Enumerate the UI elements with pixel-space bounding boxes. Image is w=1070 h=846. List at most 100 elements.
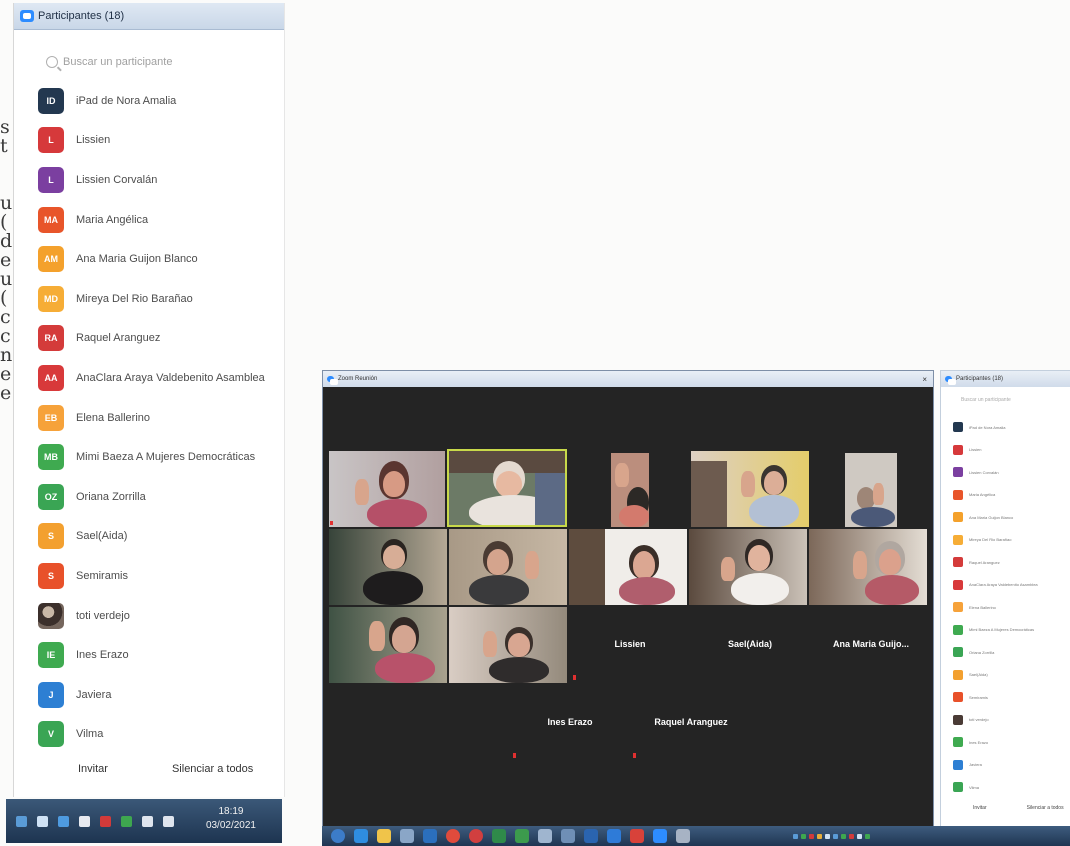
participant-row[interactable]: EB Elena Ballerino [38,398,265,438]
close-icon[interactable]: × [922,375,927,384]
participant-row[interactable]: J Javiera [38,675,265,715]
chrome-icon[interactable] [446,829,460,843]
folder-icon[interactable] [377,829,391,843]
app-icon[interactable] [538,829,552,843]
participant-row[interactable]: OZ Oriana Zorrilla [38,477,265,517]
participant-name-tile[interactable]: Raquel Aranguez [641,717,741,727]
video-tile[interactable] [611,453,649,527]
shield-icon[interactable] [142,815,153,827]
add-icon[interactable] [607,829,621,843]
participant-row[interactable]: AM Ana Maria Guijon Blanco [38,239,265,279]
video-tile[interactable] [691,451,809,527]
bluetooth-icon[interactable] [58,815,69,827]
app-icon[interactable] [584,829,598,843]
volume-icon[interactable] [163,815,174,827]
participant-row[interactable]: AA AnaClara Araya Valdebenito Asamblea [38,358,265,398]
tray-icon[interactable] [841,833,846,839]
participant-avatar: MA [38,206,64,233]
participant-row-small[interactable]: Maria Angélica [953,484,1038,507]
tray-icon[interactable] [833,833,838,839]
video-tile[interactable] [569,529,687,605]
mute-all-button-small[interactable]: Silenciar a todos [1027,805,1064,811]
participant-row[interactable]: V Vilma [38,715,265,755]
browser-icon[interactable] [354,829,368,843]
security-icon[interactable] [121,815,132,827]
participant-row-small[interactable]: Semiramis [953,686,1038,709]
invite-button-small[interactable]: Invitar [973,805,987,811]
participant-row-small[interactable]: AnaClara Araya Valdebenito Asamblea [953,574,1038,597]
participant-row[interactable]: toti verdejo [38,596,265,636]
participant-row-small[interactable]: Lissien Corvalán [953,461,1038,484]
participant-row-small[interactable]: Oriana Zorrilla [953,641,1038,664]
participant-row-small[interactable]: Vilma [953,776,1038,799]
video-tile[interactable] [809,529,927,605]
tray-icon[interactable] [809,833,814,839]
participant-search[interactable]: Buscar un participante [46,48,274,76]
video-tile[interactable] [329,529,447,605]
participant-row-small[interactable]: Raquel Aranguez [953,551,1038,574]
network-icon[interactable] [16,815,27,827]
media-icon[interactable] [469,829,483,843]
participant-row[interactable]: L Lissien [38,121,265,161]
participant-row[interactable]: ID iPad de Nora Amalia [38,81,265,121]
participant-row-small[interactable]: Mimi Baeza A Mujeres Democráticas [953,619,1038,642]
participant-avatar-small [953,579,963,590]
excel-icon[interactable] [492,829,506,843]
participant-row-small[interactable]: Elena Ballerino [953,596,1038,619]
app-icon[interactable] [676,829,690,843]
participant-row-small[interactable]: Mireya Del Rio Barañao [953,529,1038,552]
pdf-icon[interactable] [630,829,644,843]
video-tile[interactable] [329,607,447,683]
participant-name-tile[interactable]: Lissien [595,639,665,649]
participant-row[interactable]: S Semiramis [38,556,265,596]
participant-name-small: Oriana Zorrilla [969,649,995,655]
mute-all-button[interactable]: Silenciar a todos [172,763,253,775]
participant-row[interactable]: IE Ines Erazo [38,635,265,675]
tray-icon[interactable] [857,833,862,839]
tray-icon[interactable] [817,833,822,839]
zoom-app-icon[interactable] [653,829,667,843]
tray-icon[interactable] [849,833,854,839]
participant-row[interactable]: RA Raquel Aranguez [38,319,265,359]
participant-row-small[interactable]: Sael(Aida) [953,664,1038,687]
video-tile-active[interactable] [447,449,567,527]
tray-icon[interactable] [825,833,830,839]
participant-row[interactable]: S Sael(Aida) [38,517,265,557]
zoom-logo-icon [945,376,956,385]
flag-icon[interactable] [79,815,90,827]
tray-icon[interactable] [793,833,798,839]
participant-row-small[interactable]: Ana Maria Guijon Blanco [953,506,1038,529]
participant-search-small[interactable]: Buscar un participante [961,397,1070,403]
tray-icon[interactable] [865,833,870,839]
participant-avatar-small [953,782,963,793]
participant-row[interactable]: MB Mimi Baeza A Mujeres Democráticas [38,437,265,477]
participant-name-tile[interactable]: Sael(Aida) [715,639,785,649]
participant-name-tile[interactable]: Ines Erazo [535,717,605,727]
participant-row-small[interactable]: Ines Erazo [953,731,1038,754]
system-clock[interactable]: 18:19 03/02/2021 [206,805,256,833]
participant-row-small[interactable]: iPad de Nora Amalia [953,416,1038,439]
participant-avatar-small [953,759,963,770]
participant-name-tile[interactable]: Ana Maria Guijo... [821,639,921,649]
app-icon[interactable] [400,829,414,843]
video-tile[interactable] [449,607,567,683]
participant-row-small[interactable]: toti verdejo [953,709,1038,732]
participant-row[interactable]: MA Maria Angélica [38,200,265,240]
word-icon[interactable] [423,829,437,843]
video-tile[interactable] [329,451,445,527]
language-icon[interactable] [37,815,48,827]
participant-row[interactable]: L Lissien Corvalán [38,160,265,200]
chat-icon[interactable] [515,829,529,843]
participant-row-small[interactable]: Javiera [953,754,1038,777]
alert-icon[interactable] [100,815,111,827]
app-icon[interactable] [561,829,575,843]
video-tile[interactable] [845,453,897,527]
participant-row[interactable]: MD Mireya Del Rio Barañao [38,279,265,319]
video-tile[interactable] [449,529,567,605]
video-tile[interactable] [689,529,807,605]
tray-icon[interactable] [801,833,806,839]
participant-name-small: Lissien Corvalán [969,469,999,475]
start-icon[interactable] [331,829,345,843]
invite-button[interactable]: Invitar [78,763,108,775]
participant-row-small[interactable]: Lissien [953,439,1038,462]
